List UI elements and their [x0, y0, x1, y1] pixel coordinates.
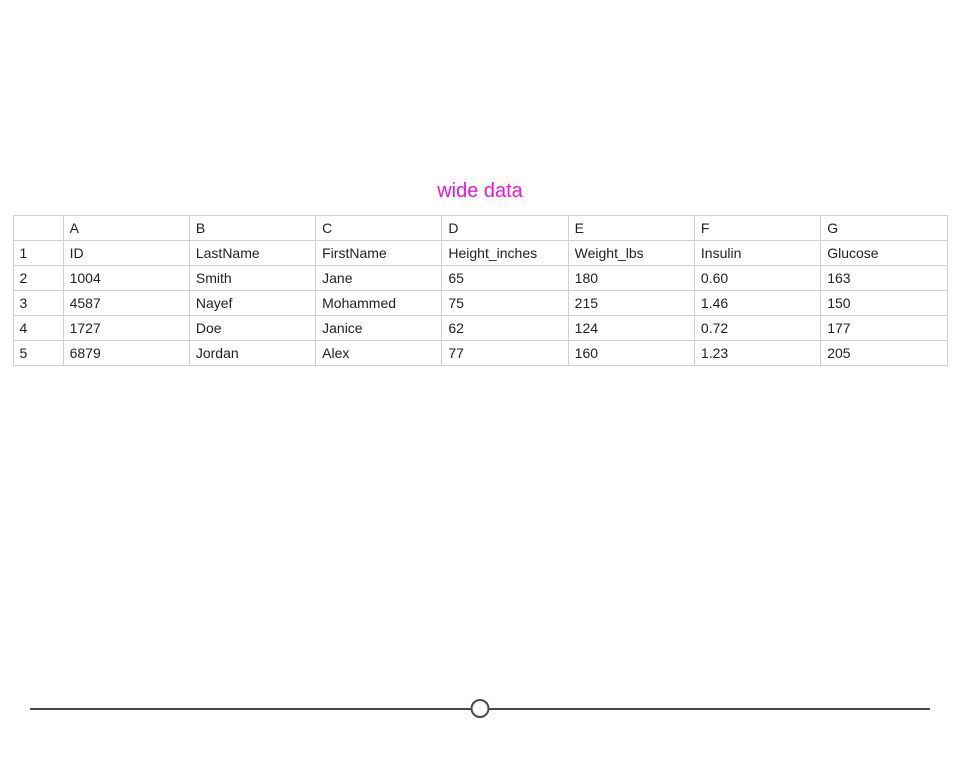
- row-number[interactable]: 2: [13, 266, 63, 291]
- column-header-d[interactable]: D: [442, 216, 568, 241]
- cell-height[interactable]: 75: [442, 291, 568, 316]
- row-number[interactable]: 1: [13, 241, 63, 266]
- cell-insulin[interactable]: 1.23: [694, 341, 820, 366]
- cell-weight[interactable]: 124: [568, 316, 694, 341]
- cell-glucose[interactable]: 205: [821, 341, 947, 366]
- table-header-row: 1 ID LastName FirstName Height_inches We…: [13, 241, 947, 266]
- table-row: 3 4587 Nayef Mohammed 75 215 1.46 150: [13, 291, 947, 316]
- header-weight[interactable]: Weight_lbs: [568, 241, 694, 266]
- cell-weight[interactable]: 215: [568, 291, 694, 316]
- cell-glucose[interactable]: 163: [821, 266, 947, 291]
- cell-insulin[interactable]: 0.72: [694, 316, 820, 341]
- row-number[interactable]: 4: [13, 316, 63, 341]
- section-divider: [30, 699, 930, 719]
- header-height[interactable]: Height_inches: [442, 241, 568, 266]
- header-glucose[interactable]: Glucose: [821, 241, 947, 266]
- cell-lastname[interactable]: Doe: [189, 316, 315, 341]
- column-header-e[interactable]: E: [568, 216, 694, 241]
- cell-height[interactable]: 62: [442, 316, 568, 341]
- table-row: 2 1004 Smith Jane 65 180 0.60 163: [13, 266, 947, 291]
- header-firstname[interactable]: FirstName: [316, 241, 442, 266]
- row-number[interactable]: 5: [13, 341, 63, 366]
- cell-firstname[interactable]: Alex: [316, 341, 442, 366]
- header-insulin[interactable]: Insulin: [694, 241, 820, 266]
- cell-insulin[interactable]: 1.46: [694, 291, 820, 316]
- divider-handle-icon[interactable]: [471, 699, 490, 718]
- cell-weight[interactable]: 160: [568, 341, 694, 366]
- spreadsheet-table: A B C D E F G 1 ID LastName FirstName He…: [13, 215, 948, 366]
- column-header-a[interactable]: A: [63, 216, 189, 241]
- table-row: 5 6879 Jordan Alex 77 160 1.23 205: [13, 341, 947, 366]
- cell-lastname[interactable]: Nayef: [189, 291, 315, 316]
- cell-lastname[interactable]: Jordan: [189, 341, 315, 366]
- cell-firstname[interactable]: Janice: [316, 316, 442, 341]
- row-number[interactable]: 3: [13, 291, 63, 316]
- cell-id[interactable]: 4587: [63, 291, 189, 316]
- column-header-row: A B C D E F G: [13, 216, 947, 241]
- cell-glucose[interactable]: 177: [821, 316, 947, 341]
- header-id[interactable]: ID: [63, 241, 189, 266]
- page-title: wide data: [0, 180, 960, 203]
- header-lastname[interactable]: LastName: [189, 241, 315, 266]
- column-header-b[interactable]: B: [189, 216, 315, 241]
- cell-firstname[interactable]: Mohammed: [316, 291, 442, 316]
- select-all-corner[interactable]: [13, 216, 63, 241]
- column-header-f[interactable]: F: [694, 216, 820, 241]
- cell-id[interactable]: 1004: [63, 266, 189, 291]
- column-header-c[interactable]: C: [316, 216, 442, 241]
- cell-weight[interactable]: 180: [568, 266, 694, 291]
- cell-id[interactable]: 6879: [63, 341, 189, 366]
- cell-lastname[interactable]: Smith: [189, 266, 315, 291]
- cell-firstname[interactable]: Jane: [316, 266, 442, 291]
- cell-id[interactable]: 1727: [63, 316, 189, 341]
- table-row: 4 1727 Doe Janice 62 124 0.72 177: [13, 316, 947, 341]
- column-header-g[interactable]: G: [821, 216, 947, 241]
- cell-height[interactable]: 65: [442, 266, 568, 291]
- cell-insulin[interactable]: 0.60: [694, 266, 820, 291]
- cell-glucose[interactable]: 150: [821, 291, 947, 316]
- cell-height[interactable]: 77: [442, 341, 568, 366]
